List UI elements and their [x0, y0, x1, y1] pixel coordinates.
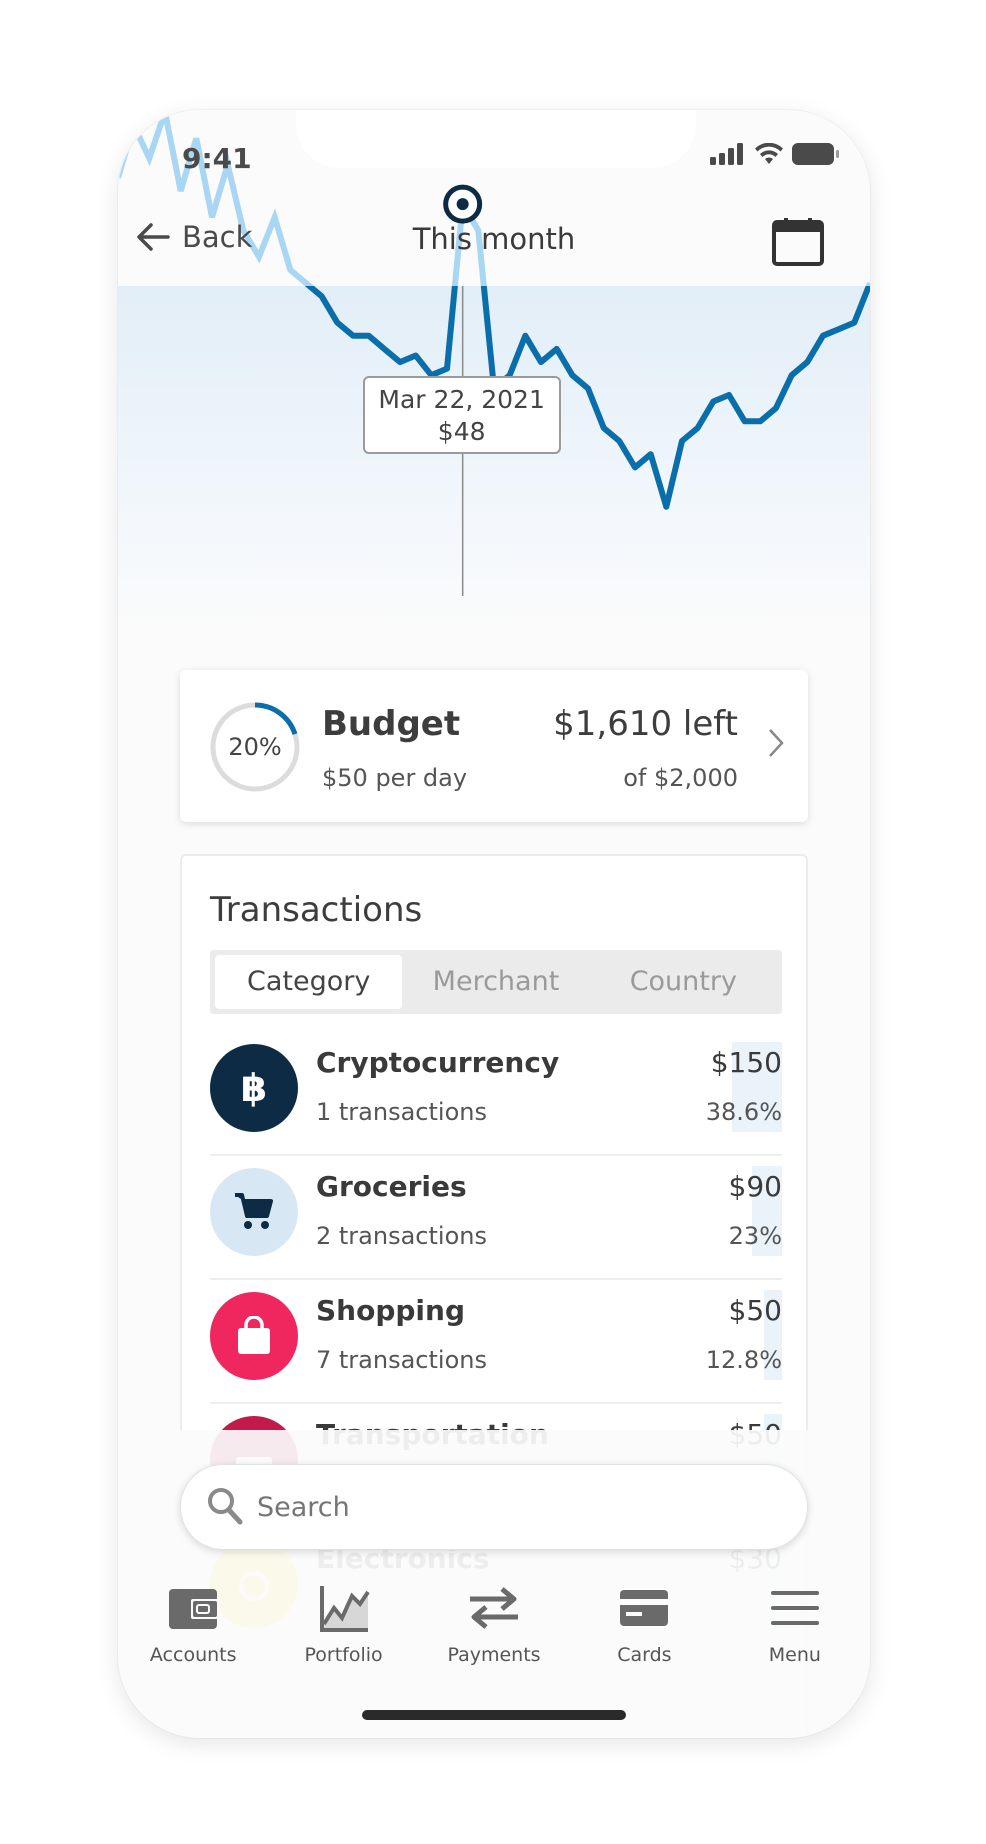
budget-percent: 20% [228, 733, 282, 761]
budget-title: Budget [322, 704, 461, 744]
transaction-amount: $90 [728, 1170, 782, 1203]
svg-text:฿: ฿ [241, 1066, 267, 1110]
budget-per-day: $50 per day [322, 764, 468, 792]
budget-left: $1,610 left [553, 704, 738, 744]
transaction-percent: 38.6% [705, 1098, 782, 1126]
transaction-row[interactable]: Groceries 2 transactions $90 23% [210, 1156, 782, 1280]
tooltip-value: $48 [437, 417, 486, 446]
chart-tooltip: Mar 22, 2021 $48 [362, 376, 561, 454]
notch [296, 110, 696, 168]
tab-accounts-label: Accounts [149, 1644, 237, 1666]
transaction-amount: $50 [728, 1294, 782, 1327]
category-bitcoin-icon-badge: ฿ [210, 1044, 298, 1132]
transaction-row[interactable]: Shopping 7 transactions $50 12.8% [210, 1280, 782, 1404]
transaction-percent: 12.8% [705, 1346, 782, 1374]
tab-menu[interactable]: Menu [720, 1580, 870, 1680]
tab-merchant[interactable]: Merchant [402, 955, 589, 1009]
search-icon [208, 1488, 243, 1525]
status-time: 9:41 [182, 142, 252, 175]
tab-category[interactable]: Category [215, 955, 403, 1009]
tab-portfolio[interactable]: Portfolio [268, 1580, 418, 1680]
calendar-button[interactable] [772, 218, 824, 270]
tab-portfolio-label: Portfolio [304, 1644, 383, 1666]
transaction-count: 7 transactions [316, 1346, 487, 1374]
transaction-category: Cryptocurrency [316, 1046, 560, 1079]
transaction-percent: 23% [728, 1222, 782, 1250]
transaction-category: Groceries [316, 1170, 467, 1203]
transaction-count: 1 transactions [316, 1098, 487, 1126]
phone-frame: Mar 22, 2021 $48 9:41 Back This month 20… [118, 110, 870, 1738]
bag-icon [235, 1316, 273, 1356]
transaction-row[interactable]: ฿ Cryptocurrency 1 transactions $150 38.6% [210, 1032, 782, 1156]
transaction-amount: $150 [710, 1046, 782, 1079]
tab-payments-label: Payments [447, 1644, 541, 1666]
transactions-segmented-control: Category Merchant Country [210, 950, 782, 1014]
transaction-count: 2 transactions [316, 1222, 487, 1250]
signal-icon [710, 143, 743, 165]
tab-accounts[interactable]: Accounts [118, 1580, 268, 1680]
calendar-icon [772, 218, 824, 266]
home-indicator [362, 1710, 626, 1720]
spending-chart: Mar 22, 2021 $48 [118, 110, 870, 630]
tooltip-date: Mar 22, 2021 [378, 385, 545, 414]
budget-card[interactable]: 20% Budget $50 per day $1,610 left of $2… [180, 670, 808, 822]
transfer-icon [470, 1587, 519, 1629]
category-bag-icon-badge [210, 1292, 298, 1380]
chart-svg [118, 110, 870, 596]
search-input[interactable] [257, 1465, 777, 1549]
chevron-right-icon [769, 729, 784, 757]
transactions-title: Transactions [210, 890, 423, 930]
portfolio-icon [319, 1586, 370, 1632]
menu-icon [770, 1591, 819, 1625]
budget-total: of $2,000 [623, 764, 738, 792]
battery-icon [792, 143, 839, 165]
tab-menu-label: Menu [768, 1644, 821, 1666]
wifi-icon [755, 143, 783, 164]
tab-country[interactable]: Country [590, 955, 777, 1009]
card-icon [620, 1590, 669, 1626]
category-cart-icon-badge [210, 1168, 298, 1256]
tab-cards-label: Cards [617, 1644, 672, 1666]
transaction-category: Shopping [316, 1294, 465, 1327]
status-icons [710, 142, 840, 166]
tab-bar: Accounts Portfolio Payments Cards Menu [118, 1580, 870, 1680]
tab-cards[interactable]: Cards [569, 1580, 719, 1680]
bitcoin-icon: ฿ [234, 1066, 274, 1110]
tab-payments[interactable]: Payments [419, 1580, 569, 1680]
search-box[interactable] [180, 1464, 808, 1550]
wallet-icon [169, 1589, 220, 1629]
page-title: This month [412, 222, 576, 256]
cart-icon [233, 1192, 275, 1232]
chart-highlight-dot [456, 198, 469, 211]
